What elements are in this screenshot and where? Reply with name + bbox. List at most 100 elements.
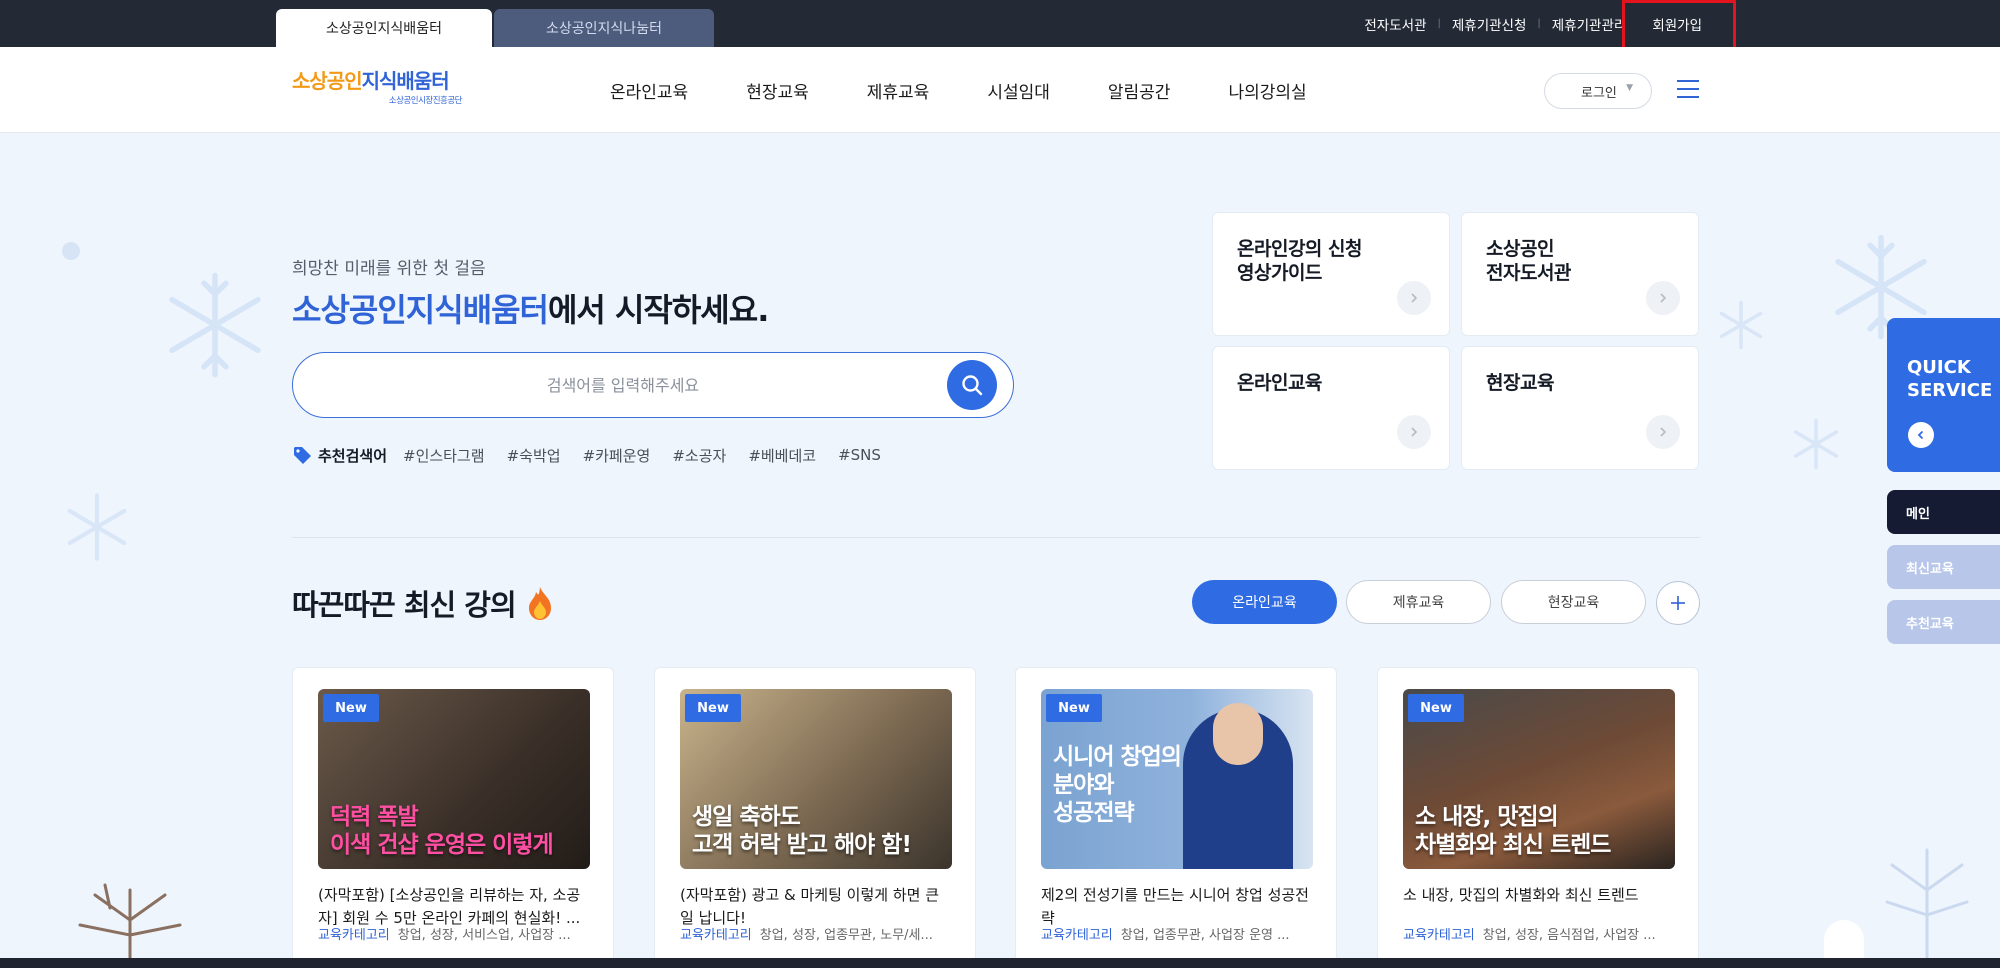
logo-subtext: 소상공인시장진흥공단 bbox=[388, 96, 463, 106]
fire-icon bbox=[528, 587, 551, 620]
main-nav: 온라인교육 현장교육 제휴교육 시설임대 알림공간 나의강의실 bbox=[610, 47, 1365, 133]
category-value: 창업, 업종무관, 사업장 운영 ... bbox=[1120, 928, 1290, 943]
course-thumbnail: New 소 내장, 맛집의 차별화와 최신 트렌드 bbox=[1403, 689, 1675, 869]
nav-online-education[interactable]: 온라인교육 bbox=[610, 78, 688, 103]
quick-card-video-guide[interactable]: 온라인강의 신청 영상가이드 bbox=[1212, 212, 1450, 336]
ebook-library-link[interactable]: 전자도서관 bbox=[1364, 14, 1426, 34]
site-logo[interactable]: 소상공인지식배움터 소상공인시장진흥공단 bbox=[292, 69, 463, 109]
logo-text-blue: 지식배움터 bbox=[361, 69, 450, 93]
course-card[interactable]: New 덕력 폭발 이색 건샵 운영은 이렇게 (자막포함) [소상공인을 리뷰… bbox=[292, 667, 614, 967]
hero-title-accent: 소상공인지식배움터 bbox=[292, 291, 549, 329]
quick-card-title: 온라인강의 신청 영상가이드 bbox=[1237, 238, 1362, 284]
new-badge: New bbox=[685, 694, 741, 722]
quick-card-ebook-library[interactable]: 소상공인 전자도서관 bbox=[1461, 212, 1699, 336]
tag-icon bbox=[294, 447, 311, 464]
category-value: 창업, 성장, 업종무관, 노무/세... bbox=[759, 928, 933, 943]
site-tab-knowledge-sharing[interactable]: 소상공인지식나눔터 bbox=[494, 9, 714, 47]
new-badge: New bbox=[1046, 694, 1102, 722]
quick-service-title: QUICK SERVICE bbox=[1907, 357, 1993, 401]
category-label: 교육카테고리 bbox=[680, 928, 752, 943]
instructor-face bbox=[1213, 703, 1263, 765]
quick-main-button[interactable]: 메인 bbox=[1887, 490, 2000, 534]
course-card[interactable]: New 소 내장, 맛집의 차별화와 최신 트렌드 소 내장, 맛집의 차별화와… bbox=[1377, 667, 1699, 967]
snowflake-icon bbox=[1793, 418, 1839, 470]
nav-onsite-education[interactable]: 현장교육 bbox=[746, 78, 809, 103]
search-box bbox=[292, 352, 1014, 418]
hero-subtitle: 희망찬 미래를 위한 첫 걸음 bbox=[292, 259, 486, 279]
tag-sogongja[interactable]: #소공자 bbox=[672, 445, 726, 466]
tag-bebedeco[interactable]: #베베데코 bbox=[748, 445, 816, 466]
partner-manage-link[interactable]: 제휴기관관리 bbox=[1552, 14, 1627, 34]
latest-courses-title: 따끈따끈 최신 강의 bbox=[292, 582, 555, 624]
quick-recommended-button[interactable]: 추천교육 bbox=[1887, 600, 2000, 644]
snowflake-icon bbox=[169, 272, 261, 378]
filter-partner-education[interactable]: 제휴교육 bbox=[1346, 580, 1491, 624]
caret-down-icon: ▼ bbox=[1626, 83, 1633, 93]
category-value: 창업, 성장, 서비스업, 사업장 ... bbox=[397, 928, 571, 943]
snowman-illustration bbox=[1824, 920, 1864, 958]
snowflake-icon bbox=[67, 493, 127, 561]
site-tab-knowledge-learning[interactable]: 소상공인지식배움터 bbox=[276, 9, 492, 47]
tag-cafe[interactable]: #카페운영 bbox=[583, 445, 651, 466]
thumbnail-caption: 덕력 폭발 이색 건샵 운영은 이렇게 bbox=[330, 804, 554, 858]
os-taskbar bbox=[0, 958, 2000, 968]
tag-instagram[interactable]: #인스타그램 bbox=[403, 445, 485, 466]
tag-sns[interactable]: #SNS bbox=[838, 446, 881, 464]
new-badge: New bbox=[1408, 694, 1464, 722]
section-divider bbox=[292, 537, 1700, 538]
more-courses-button[interactable] bbox=[1656, 581, 1700, 625]
course-card[interactable]: New 시니어 창업의 분야와 성공전략 제2의 전성기를 만드는 시니어 창업… bbox=[1015, 667, 1337, 967]
partner-apply-link[interactable]: 제휴기관신청 bbox=[1452, 14, 1527, 34]
quick-card-title: 소상공인 전자도서관 bbox=[1486, 238, 1571, 284]
course-category: 교육카테고리 창업, 성장, 음식점업, 사업장 ... bbox=[1403, 924, 1683, 943]
course-card[interactable]: New 생일 축하도 고객 허락 받고 해야 함! (자막포함) 광고 & 마케… bbox=[654, 667, 976, 967]
bare-tree-illustration bbox=[78, 883, 182, 958]
thumbnail-caption: 소 내장, 맛집의 차별화와 최신 트렌드 bbox=[1415, 804, 1611, 858]
latest-courses-title-text: 따끈따끈 최신 강의 bbox=[292, 588, 517, 622]
chevron-right-icon bbox=[1397, 281, 1431, 315]
tags-label: 추천검색어 bbox=[318, 446, 388, 465]
chevron-right-icon bbox=[1646, 415, 1680, 449]
separator: | bbox=[1437, 18, 1441, 29]
nav-notice[interactable]: 알림공간 bbox=[1108, 78, 1171, 103]
snow-dot bbox=[62, 242, 80, 260]
category-value: 창업, 성장, 음식점업, 사업장 ... bbox=[1482, 928, 1656, 943]
nav-my-classroom[interactable]: 나의강의실 bbox=[1228, 78, 1306, 103]
quick-card-onsite-education[interactable]: 현장교육 bbox=[1461, 346, 1699, 470]
category-label: 교육카테고리 bbox=[1041, 928, 1113, 943]
quick-service-panel: QUICK SERVICE bbox=[1887, 318, 2000, 472]
separator: | bbox=[1537, 18, 1541, 29]
filter-onsite-education[interactable]: 현장교육 bbox=[1501, 580, 1646, 624]
bare-tree-illustration bbox=[1885, 848, 1969, 958]
chevron-right-icon bbox=[1397, 415, 1431, 449]
quick-card-online-education[interactable]: 온라인교육 bbox=[1212, 346, 1450, 470]
hero-title: 소상공인지식배움터에서 시작하세요. bbox=[292, 285, 769, 331]
snowflake-icon bbox=[1719, 300, 1763, 350]
search-input[interactable] bbox=[333, 367, 913, 403]
quick-card-title: 현장교육 bbox=[1486, 372, 1554, 394]
quick-service-collapse-button[interactable] bbox=[1908, 422, 1934, 448]
course-title: 소 내장, 맛집의 차별화와 최신 트렌드 bbox=[1403, 886, 1639, 904]
category-label: 교육카테고리 bbox=[1403, 928, 1475, 943]
course-thumbnail: New 시니어 창업의 분야와 성공전략 bbox=[1041, 689, 1313, 869]
new-badge: New bbox=[323, 694, 379, 722]
tag-lodging[interactable]: #숙박업 bbox=[507, 445, 561, 466]
thumbnail-caption: 시니어 창업의 분야와 성공전략 bbox=[1053, 744, 1182, 826]
plus-icon bbox=[1671, 596, 1685, 610]
filter-online-education[interactable]: 온라인교육 bbox=[1192, 580, 1337, 624]
nav-partner-education[interactable]: 제휴교육 bbox=[867, 78, 930, 103]
quick-card-title: 온라인교육 bbox=[1237, 372, 1322, 394]
chevron-right-icon bbox=[1646, 281, 1680, 315]
thumbnail-caption: 생일 축하도 고객 허락 받고 해야 함! bbox=[692, 804, 912, 858]
recommended-tags: 추천검색어 #인스타그램 #숙박업 #카페운영 #소공자 #베베데코 #SNS bbox=[292, 444, 903, 466]
menu-icon[interactable] bbox=[1677, 80, 1699, 100]
course-category: 교육카테고리 창업, 성장, 업종무관, 노무/세... bbox=[680, 924, 960, 943]
nav-facility-rental[interactable]: 시설임대 bbox=[987, 78, 1050, 103]
course-category: 교육카테고리 창업, 업종무관, 사업장 운영 ... bbox=[1041, 924, 1321, 943]
login-dropdown[interactable]: 로그인 ▼ bbox=[1544, 73, 1652, 109]
course-thumbnail: New 생일 축하도 고객 허락 받고 해야 함! bbox=[680, 689, 952, 869]
search-button[interactable] bbox=[947, 360, 997, 410]
course-category: 교육카테고리 창업, 성장, 서비스업, 사업장 ... bbox=[318, 924, 598, 943]
category-label: 교육카테고리 bbox=[318, 928, 390, 943]
quick-latest-button[interactable]: 최신교육 bbox=[1887, 545, 2000, 589]
